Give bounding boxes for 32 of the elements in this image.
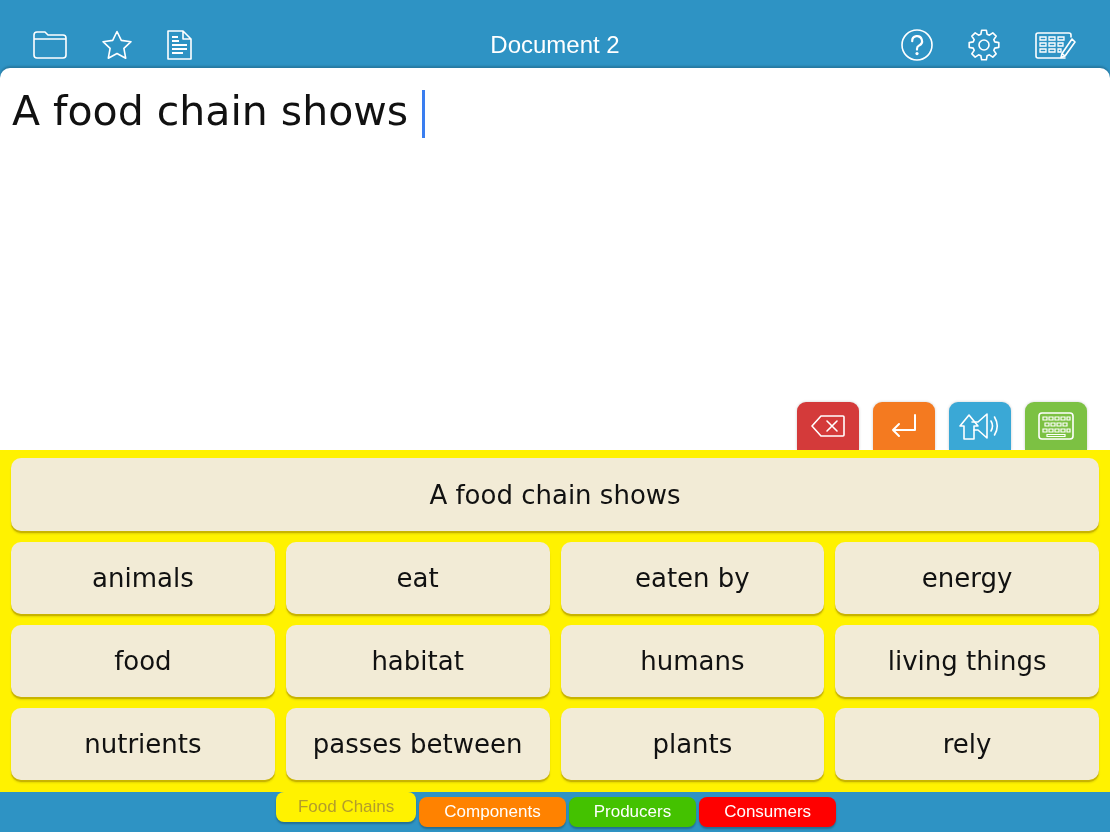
backspace-button[interactable] [797,402,859,450]
sentence-strip[interactable]: A food chain shows [11,458,1099,531]
keyboard-button[interactable] [1025,402,1087,450]
keyboard-pencil-icon[interactable] [1035,31,1076,59]
word-button[interactable]: animals [11,542,275,614]
word-button[interactable]: passes between [285,708,550,780]
text-caret [422,90,426,138]
star-icon[interactable] [101,29,133,61]
window-title: Document 2 [490,31,620,59]
category-tab[interactable]: Consumers [699,797,837,827]
document-editor[interactable]: A food chain shows [0,68,1110,450]
word-button[interactable]: rely [835,708,1099,780]
word-button[interactable]: eat [285,542,550,614]
word-button[interactable]: plants [560,708,825,780]
backspace-icon [811,415,845,437]
word-button[interactable]: nutrients [11,708,275,780]
settings-icon[interactable] [968,29,1000,61]
word-button[interactable]: humans [560,625,825,697]
keyboard-icon [1038,412,1074,440]
document-text: A food chain shows [12,86,409,136]
word-button[interactable]: living things [835,625,1099,697]
folder-icon[interactable] [33,31,67,59]
speak-button[interactable] [949,402,1011,450]
document-icon[interactable] [167,30,192,60]
arrow-speaker-icon [959,411,1001,441]
word-button[interactable]: food [11,625,275,697]
word-button[interactable]: eaten by [560,542,825,614]
return-button[interactable] [873,402,935,450]
word-button[interactable]: habitat [285,625,550,697]
return-icon [891,414,917,438]
word-button[interactable]: energy [835,542,1099,614]
help-icon[interactable] [901,29,933,61]
